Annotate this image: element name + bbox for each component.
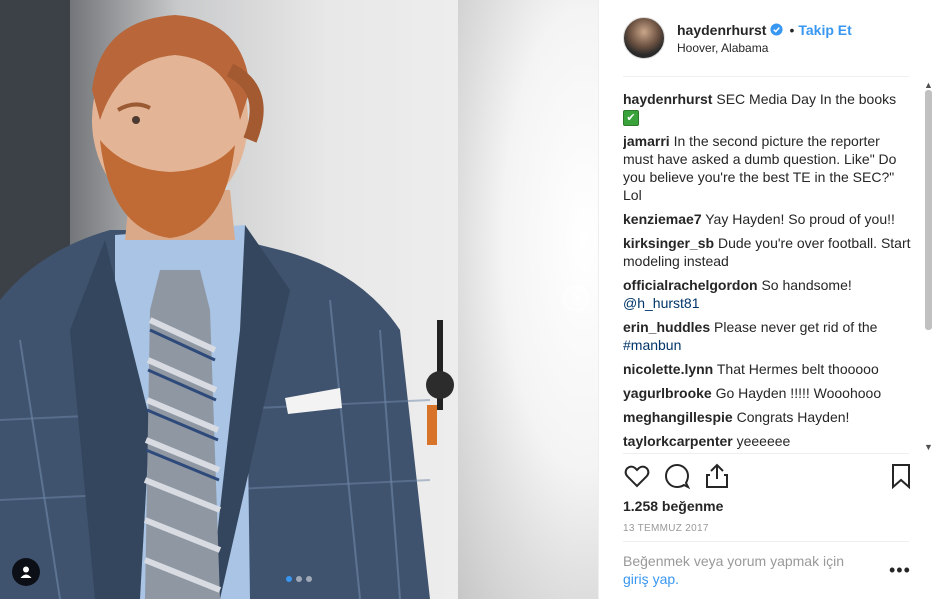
comment-username[interactable]: meghangillespie xyxy=(623,409,733,425)
bookmark-icon[interactable] xyxy=(887,462,915,490)
comment-username[interactable]: officialrachelgordon xyxy=(623,277,758,293)
comment-item: jamarri In the second picture the report… xyxy=(623,132,913,204)
mention-link[interactable]: @h_hurst81 xyxy=(623,295,699,311)
comment-username[interactable]: nicolette.lynn xyxy=(623,361,713,377)
login-link-continued[interactable]: yap. xyxy=(653,571,679,587)
user-tag-icon xyxy=(20,566,32,578)
comment-text: So handsome! xyxy=(761,277,852,294)
comment-item: meghangillespie Congrats Hayden! xyxy=(623,408,913,426)
comment-username[interactable]: jamarri xyxy=(623,133,670,149)
comment-text: Congrats Hayden! xyxy=(736,409,850,426)
likes-count[interactable]: 1.258 beğenme xyxy=(623,498,723,514)
comment-item: kenziemae7 Yay Hayden! So proud of you!! xyxy=(623,210,913,228)
divider xyxy=(623,453,909,454)
divider xyxy=(623,541,909,542)
comment-item: erin_huddles Please never get rid of the… xyxy=(623,318,913,354)
action-bar xyxy=(623,462,913,492)
comment-item: taylorkcarpenter yeeeeee xyxy=(623,432,913,450)
comment-item: yagurlbrooke Go Hayden !!!!! Wooohooo xyxy=(623,384,913,402)
comment-icon[interactable] xyxy=(663,462,691,490)
caption-text: SEC Media Day In the books xyxy=(716,91,897,107)
comment-text: yeeeeee xyxy=(736,433,791,450)
comment-username[interactable]: taylorkcarpenter xyxy=(623,433,733,449)
login-prompt: Beğenmek veya yorum yapmak için giriş ya… xyxy=(623,552,853,588)
share-icon[interactable] xyxy=(703,462,731,490)
comment-text: Go Hayden !!!!! Wooohooo xyxy=(715,385,882,402)
carousel-dot xyxy=(306,576,312,582)
comment-text: Please never get rid of the xyxy=(714,319,878,336)
more-options-icon[interactable]: ••• xyxy=(889,560,911,581)
location-link[interactable]: Hoover, Alabama xyxy=(677,41,852,55)
carousel-dot xyxy=(296,576,302,582)
comment-text: That Hermes belt thooooo xyxy=(716,361,879,378)
post-date: 13 TEMMUZ 2017 xyxy=(623,523,709,534)
comment-item: kirksinger_sb Dude you're over football.… xyxy=(623,234,913,270)
post-sidebar: haydenrhurst • Takip Et Hoover, Alabama … xyxy=(598,0,934,599)
comment-username[interactable]: yagurlbrooke xyxy=(623,385,712,401)
header-separator: • xyxy=(789,21,795,38)
comment-username[interactable]: kenziemae7 xyxy=(623,211,702,227)
chevron-right-icon xyxy=(573,293,580,303)
follow-button[interactable]: Takip Et xyxy=(798,22,851,38)
login-prompt-text: Beğenmek veya yorum yapmak için xyxy=(623,553,844,569)
post-photo[interactable] xyxy=(0,0,598,599)
post-header: haydenrhurst • Takip Et Hoover, Alabama xyxy=(623,16,913,60)
person-figure xyxy=(0,0,454,599)
carousel-indicator xyxy=(286,576,312,582)
comment-username[interactable]: erin_huddles xyxy=(623,319,710,335)
comments-list[interactable]: haydenrhurst SEC Media Day In the books … xyxy=(623,90,913,452)
comment-username[interactable]: kirksinger_sb xyxy=(623,235,714,251)
user-tag-button[interactable] xyxy=(12,558,40,586)
avatar[interactable] xyxy=(623,17,665,59)
scroll-down-icon[interactable]: ▼ xyxy=(924,442,933,452)
check-emoji: ✔ xyxy=(623,110,639,127)
next-photo-button[interactable] xyxy=(563,285,589,311)
comment-username[interactable]: haydenrhurst xyxy=(623,91,712,107)
hashtag-link[interactable]: #manbun xyxy=(623,337,681,353)
verified-badge-icon xyxy=(770,23,784,36)
header-username[interactable]: haydenrhurst xyxy=(677,22,766,38)
divider xyxy=(623,76,909,77)
carousel-dot-active xyxy=(286,576,292,582)
login-link[interactable]: giriş xyxy=(623,571,649,587)
scroll-up-icon[interactable]: ▲ xyxy=(924,80,933,90)
comments-scrollbar[interactable]: ▲ ▼ xyxy=(922,80,934,452)
comment-item: nicolette.lynn That Hermes belt thooooo xyxy=(623,360,913,378)
scrollbar-thumb[interactable] xyxy=(925,90,932,330)
comment-item: officialrachelgordon So handsome! @h_hur… xyxy=(623,276,913,312)
caption: haydenrhurst SEC Media Day In the books … xyxy=(623,90,913,127)
comment-text: Yay Hayden! So proud of you!! xyxy=(705,211,895,228)
heart-icon[interactable] xyxy=(623,462,651,490)
